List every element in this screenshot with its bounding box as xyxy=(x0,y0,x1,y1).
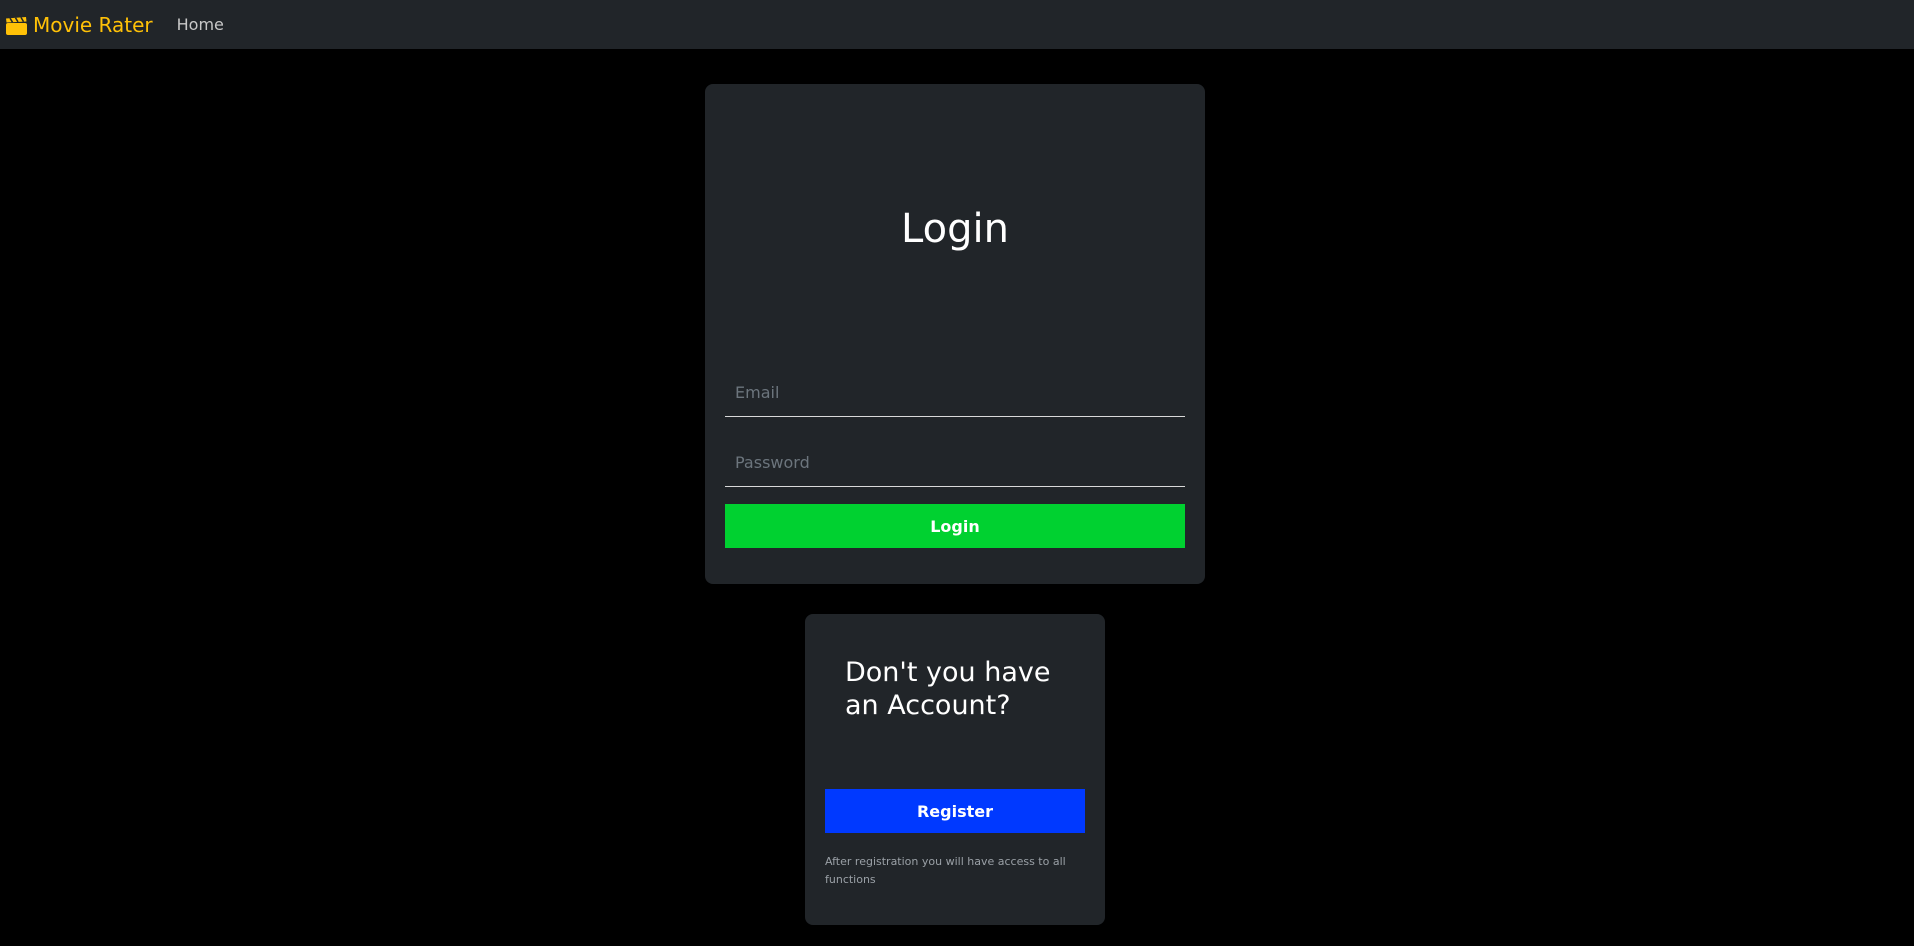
password-field[interactable] xyxy=(725,439,1185,487)
register-card: Don't you have an Account? Register Afte… xyxy=(805,614,1105,925)
brand-label: Movie Rater xyxy=(33,12,153,37)
navbar: Movie Rater Home xyxy=(0,0,1914,49)
register-title: Don't you have an Account? xyxy=(845,657,1051,721)
register-note: After registration you will have access … xyxy=(825,855,1066,886)
login-card: Login Login xyxy=(705,84,1205,584)
login-button[interactable]: Login xyxy=(725,504,1185,548)
brand-link[interactable]: Movie Rater xyxy=(6,13,153,37)
register-button[interactable]: Register xyxy=(825,789,1085,833)
nav-link-home[interactable]: Home xyxy=(177,15,224,34)
clapperboard-icon xyxy=(6,16,27,35)
email-field[interactable] xyxy=(725,369,1185,417)
login-title: Login xyxy=(901,206,1009,252)
